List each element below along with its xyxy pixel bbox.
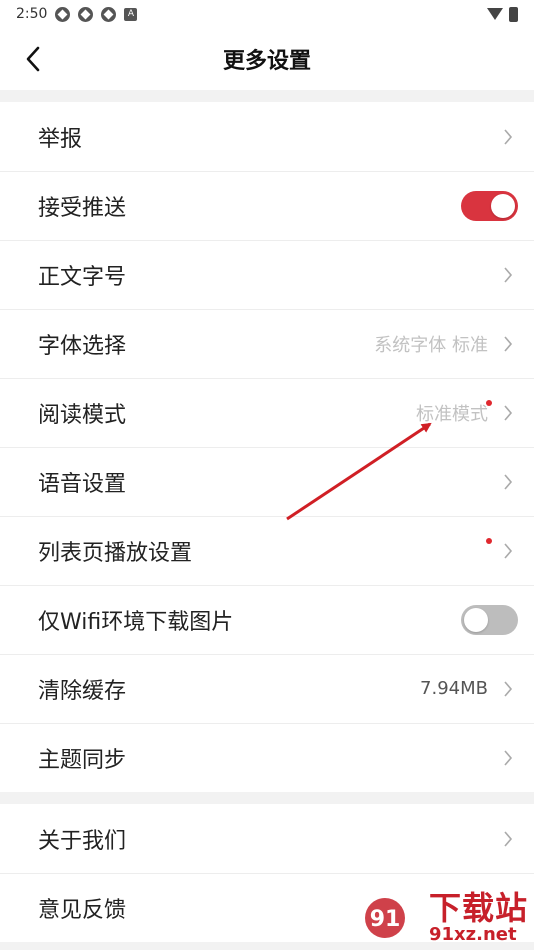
setting-clear-cache[interactable]: 清除缓存 7.94MB [0, 654, 534, 723]
page-title: 更多设置 [222, 49, 311, 74]
setting-wifi-images: 仅Wifi环境下载图片 [0, 585, 534, 654]
status-time: 2:50 [16, 6, 48, 22]
setting-label: 关于我们 [38, 828, 127, 854]
cache-size: 7.94MB [420, 678, 488, 699]
setting-label: 仅Wifi环境下载图片 [38, 609, 234, 635]
watermark-url: 91xz.net [428, 924, 517, 945]
back-button[interactable] [18, 44, 48, 74]
watermark-logo: 91 [363, 890, 425, 946]
a-badge-icon: A [124, 7, 138, 21]
chevron-right-icon [498, 749, 518, 767]
setting-push: 接受推送 [0, 171, 534, 240]
setting-label: 接受推送 [38, 195, 127, 221]
setting-list-playback[interactable]: 列表页播放设置 [0, 516, 534, 585]
setting-value: 系统字体 标准 [374, 334, 488, 356]
setting-report[interactable]: 举报 [0, 102, 534, 171]
setting-label: 举报 [38, 126, 83, 152]
setting-label: 阅读模式 [38, 402, 127, 428]
setting-label: 语音设置 [38, 471, 127, 497]
new-indicator-dot [486, 538, 492, 544]
chevron-right-icon [498, 335, 518, 353]
settings-group-main: 举报 接受推送 正文字号 字体选择 系统字体 标准 阅读模式 标准模式 语音设置… [0, 102, 534, 792]
chevron-left-icon [26, 46, 40, 72]
setting-about-us[interactable]: 关于我们 [0, 804, 534, 873]
notification-icon [78, 6, 94, 22]
wifi-images-toggle[interactable] [461, 604, 518, 635]
chevron-right-icon [498, 542, 518, 560]
chevron-right-icon [498, 404, 518, 422]
setting-reading-mode[interactable]: 阅读模式 标准模式 [0, 378, 534, 447]
chevron-right-icon [498, 680, 518, 698]
chevron-right-icon [498, 830, 518, 848]
chevron-right-icon [498, 266, 518, 284]
setting-font-choice[interactable]: 字体选择 系统字体 标准 [0, 309, 534, 378]
setting-font-size[interactable]: 正文字号 [0, 240, 534, 309]
push-toggle[interactable] [461, 190, 518, 221]
status-bar: 2:50 A [0, 0, 534, 28]
top-bar: 更多设置 [0, 28, 534, 90]
battery-icon [509, 6, 518, 22]
setting-voice[interactable]: 语音设置 [0, 447, 534, 516]
setting-label: 主题同步 [38, 747, 127, 773]
setting-value: 标准模式 [416, 403, 488, 425]
watermark-main-text: 下载站 [428, 889, 528, 927]
notification-icon [55, 6, 71, 22]
setting-label: 列表页播放设置 [38, 540, 193, 566]
svg-text:91: 91 [370, 907, 401, 932]
setting-label: 正文字号 [38, 264, 127, 290]
chevron-right-icon [498, 128, 518, 146]
setting-theme-sync[interactable]: 主题同步 [0, 723, 534, 792]
chevron-right-icon [498, 473, 518, 491]
watermark: 91 下载站 91xz.net [363, 890, 528, 946]
new-indicator-dot [486, 400, 492, 406]
notification-icon [101, 6, 117, 22]
setting-label: 字体选择 [38, 333, 127, 359]
setting-label: 清除缓存 [38, 678, 127, 704]
wifi-icon [487, 8, 503, 20]
